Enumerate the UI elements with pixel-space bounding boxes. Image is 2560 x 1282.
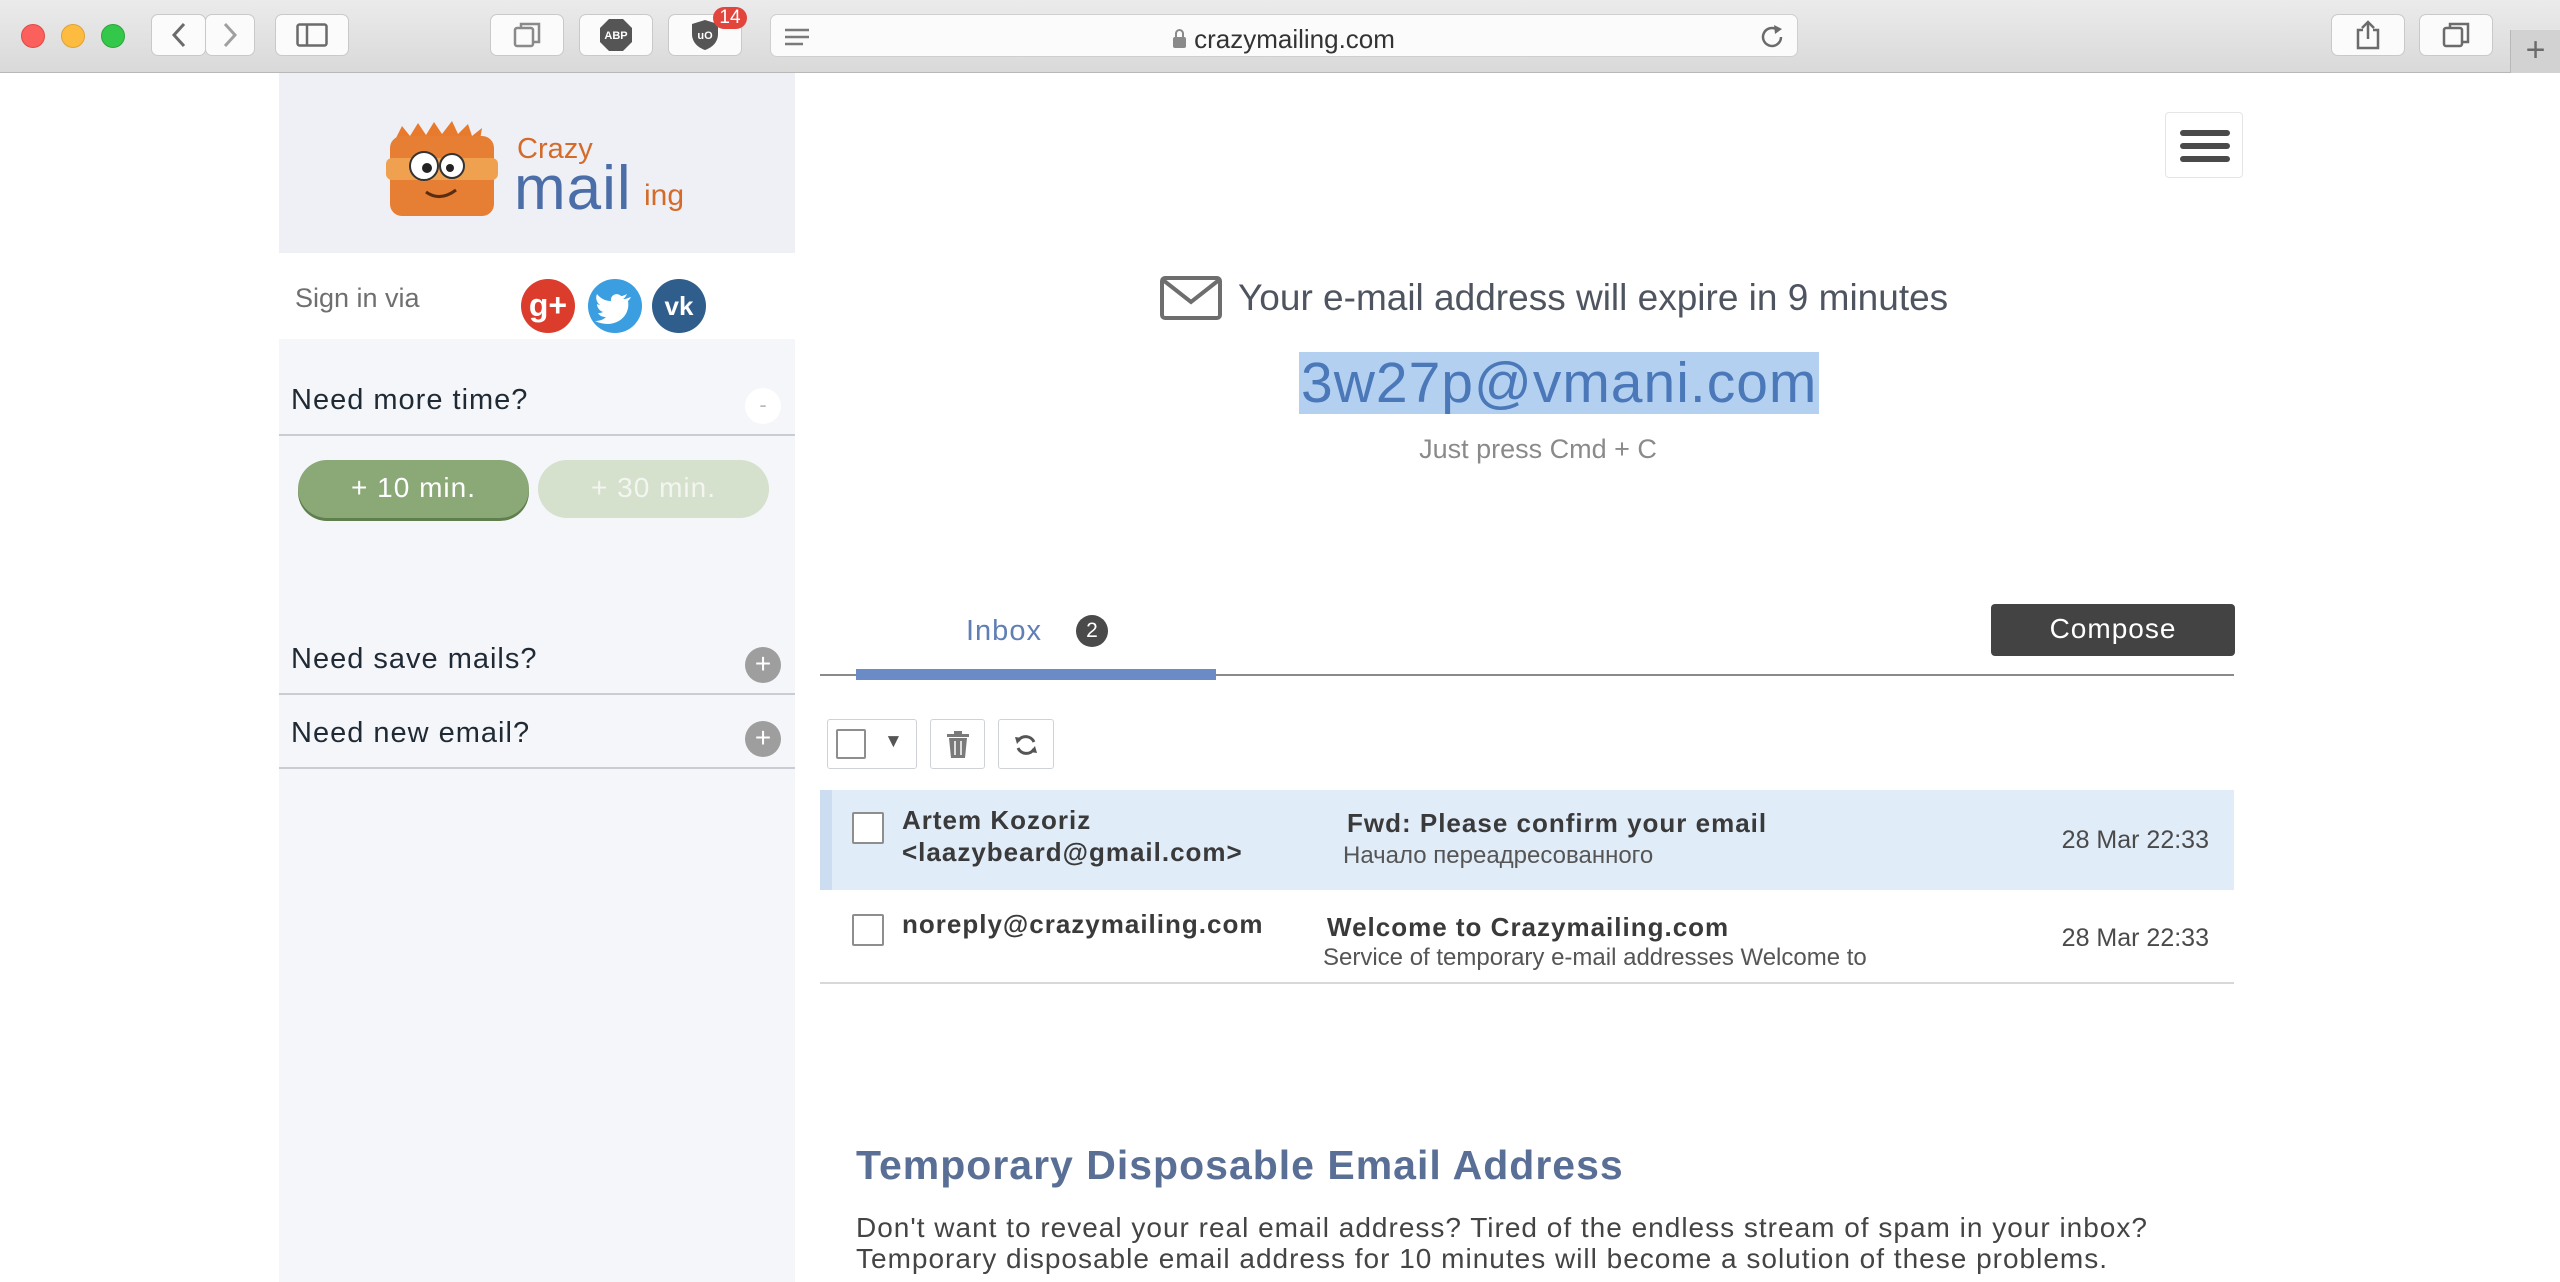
logo[interactable]: Crazy mail ing (279, 73, 795, 253)
logo-text-mail: mail (514, 154, 632, 223)
envelope-icon (1160, 276, 1222, 320)
inbox-count-badge: 2 (1076, 615, 1108, 647)
adblock-icon: ABP (600, 19, 632, 51)
mail-preview: Начало переадресованного (1343, 842, 1654, 869)
expand-toggle-icon[interactable]: + (745, 721, 781, 757)
sidebar: Crazy mail ing Sign in via g+ vk Need mo… (279, 73, 795, 1282)
share-icon (2356, 20, 2380, 50)
mascot-logo-icon (386, 121, 498, 216)
tabs-overview-icon (2442, 22, 2470, 48)
need-more-time-section[interactable]: Need more time? - (279, 364, 795, 436)
social-signin: Sign in via g+ vk (279, 253, 795, 339)
mail-date: 28 Mar 22:33 (2061, 826, 2209, 854)
address-bar[interactable]: crazymailing.com (770, 14, 1798, 57)
expiry-notice: Your e-mail address will expire in 9 min… (1160, 273, 1948, 323)
tab-inbox[interactable]: Inbox 2 (856, 603, 1216, 681)
browser-toolbar: ABP uO 14 crazymailing.com + (0, 0, 2560, 73)
section-heading: Temporary Disposable Email Address (856, 1142, 1624, 1188)
sidebar-icon (296, 23, 328, 47)
trash-icon (947, 731, 969, 758)
need-save-mails-section[interactable]: Need save mails? + (279, 623, 795, 695)
twitter-icon[interactable] (588, 279, 642, 333)
add-10-min-button[interactable]: + 10 min. (298, 460, 529, 518)
minimize-window-button[interactable] (61, 24, 85, 48)
hamburger-line (2180, 143, 2230, 149)
expiry-text: Your e-mail address will expire in 9 min… (1238, 277, 1949, 318)
mail-date: 28 Mar 22:33 (2061, 924, 2209, 952)
url-text-container: crazymailing.com (771, 24, 1797, 55)
chevron-right-icon (223, 22, 238, 48)
close-window-button[interactable] (21, 24, 45, 48)
mail-preview: Service of temporary e-mail addresses We… (1323, 944, 1867, 971)
google-plus-icon[interactable]: g+ (521, 279, 575, 333)
new-tab-button[interactable]: + (2510, 30, 2560, 73)
vk-icon[interactable]: vk (652, 279, 706, 333)
mail-subject: Fwd: Please confirm your email (1347, 808, 1768, 838)
hamburger-line (2180, 156, 2230, 162)
show-all-tabs-button[interactable] (2419, 14, 2493, 56)
tab-overview-button[interactable] (490, 14, 564, 56)
twitter-bird-icon (595, 294, 631, 324)
hamburger-line (2180, 130, 2230, 136)
mail-checkbox[interactable] (852, 914, 884, 946)
mail-row[interactable]: noreply@crazymailing.com Welcome to Craz… (820, 890, 2234, 984)
select-all-checkbox[interactable] (836, 729, 866, 759)
logo-text-ing: ing (644, 179, 685, 212)
mail-row[interactable]: Artem Kozoriz <laazybeard@gmail.com> Fwd… (820, 790, 2234, 890)
share-button[interactable] (2331, 14, 2405, 56)
need-more-time-label: Need more time? (291, 384, 529, 416)
zoom-window-button[interactable] (101, 24, 125, 48)
section-description: Don't want to reveal your real email add… (856, 1212, 2148, 1274)
need-save-mails-label: Need save mails? (291, 643, 538, 675)
tabs-icon (513, 22, 541, 48)
inbox-tab-label: Inbox (966, 615, 1042, 647)
back-button[interactable] (151, 14, 206, 56)
temporary-email-address[interactable]: 3w27p@vmani.com (1299, 352, 1820, 414)
active-tab-indicator (856, 669, 1216, 680)
collapse-toggle-icon[interactable]: - (745, 388, 781, 424)
adblock-plus-button[interactable]: ABP (579, 14, 653, 56)
sidebar-toggle-button[interactable] (275, 14, 349, 56)
chevron-left-icon (171, 22, 185, 48)
refresh-icon (1015, 735, 1037, 755)
signin-label: Sign in via (295, 283, 420, 313)
menu-button[interactable] (2165, 112, 2243, 178)
need-new-email-label: Need new email? (291, 717, 531, 749)
reload-icon[interactable] (1759, 24, 1785, 50)
delete-button[interactable] (930, 719, 985, 769)
lock-icon (1173, 29, 1187, 48)
mail-sender: Artem Kozoriz <laazybeard@gmail.com> (902, 805, 1243, 867)
url-text: crazymailing.com (1194, 24, 1395, 54)
mail-checkbox[interactable] (852, 812, 884, 844)
mail-sender: noreply@crazymailing.com (902, 909, 1264, 939)
svg-text:uO: uO (697, 30, 713, 42)
forward-button[interactable] (205, 14, 255, 56)
refresh-button[interactable] (998, 719, 1054, 769)
mail-subject: Welcome to Crazymailing.com (1327, 912, 1730, 942)
copy-hint: Just press Cmd + C (1419, 434, 1657, 464)
expand-toggle-icon[interactable]: + (745, 647, 781, 683)
add-30-min-button[interactable]: + 30 min. (538, 460, 769, 518)
chevron-down-icon[interactable]: ▼ (884, 731, 903, 753)
select-all-dropdown[interactable]: ▼ (827, 719, 917, 769)
extension-badge-count: 14 (713, 7, 747, 29)
need-new-email-section[interactable]: Need new email? + (279, 697, 795, 769)
svg-text:ABP: ABP (604, 30, 627, 42)
compose-button[interactable]: Compose (1991, 604, 2235, 656)
